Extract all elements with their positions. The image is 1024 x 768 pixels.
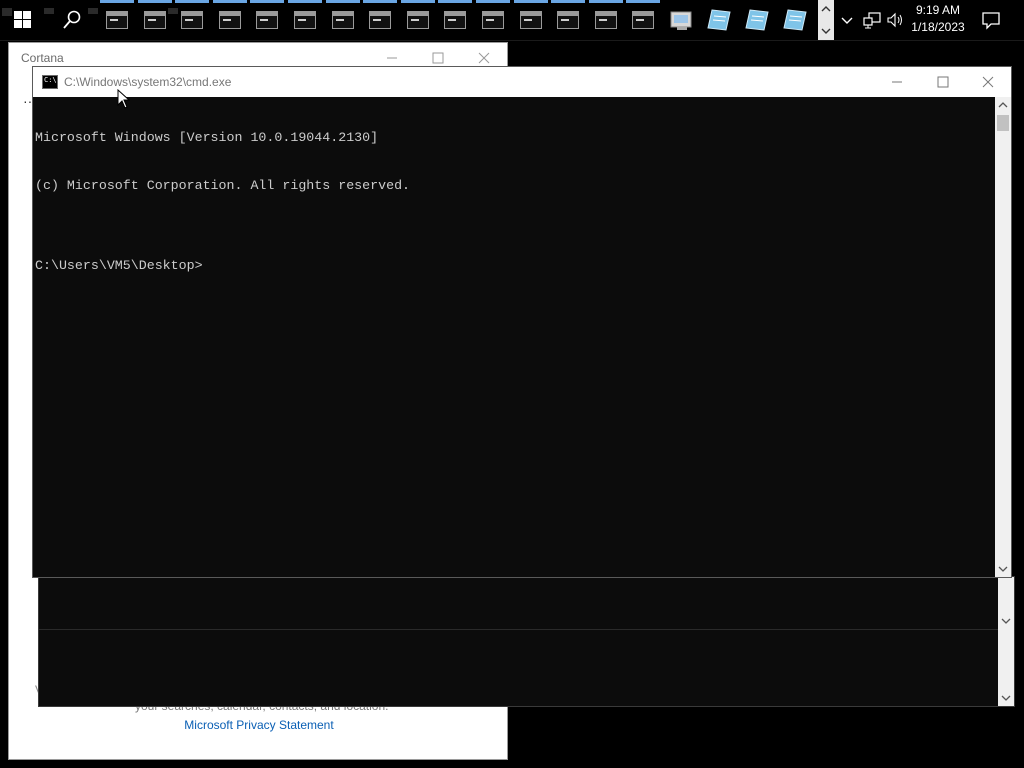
running-indicator <box>626 0 660 3</box>
minimize-icon <box>892 81 902 83</box>
cmd-icon <box>219 11 241 29</box>
taskbar-app-button[interactable] <box>138 0 172 40</box>
cmd-icon <box>520 11 542 29</box>
cmd-icon <box>369 11 391 29</box>
running-indicator <box>438 0 472 3</box>
start-button[interactable] <box>8 8 36 32</box>
running-indicator <box>401 0 435 3</box>
notepad-icon <box>745 9 769 31</box>
chevron-up-icon[interactable] <box>818 2 834 16</box>
running-indicator <box>514 0 548 3</box>
notepad-icon <box>707 9 731 31</box>
running-indicator <box>288 0 322 3</box>
taskbar-app-button[interactable] <box>100 0 134 40</box>
cmd-icon <box>557 11 579 29</box>
more-options-icon[interactable]: ·· <box>23 93 32 109</box>
console-line: Microsoft Windows [Version 10.0.19044.21… <box>35 130 379 145</box>
running-indicator <box>250 0 284 3</box>
cmd-titlebar[interactable]: C:\Windows\system32\cmd.exe <box>33 67 1011 97</box>
scrollbar-thumb[interactable] <box>997 115 1009 131</box>
cmd-icon <box>407 11 429 29</box>
cmd-icon <box>482 11 504 29</box>
network-icon <box>863 12 881 29</box>
taskbar-app-button[interactable] <box>438 0 472 40</box>
taskbar-app-button[interactable] <box>626 0 660 40</box>
chevron-down-icon[interactable] <box>998 615 1014 627</box>
cmd-icon <box>256 11 278 29</box>
maximize-icon <box>937 76 949 88</box>
running-indicator <box>138 0 172 3</box>
taskbar: 9:19 AM 1/18/2023 <box>0 0 1024 41</box>
background-console-window <box>38 576 1015 707</box>
taskbar-scroll[interactable] <box>818 0 834 40</box>
taskbar-app-button[interactable] <box>326 0 360 40</box>
running-indicator <box>326 0 360 3</box>
cmd-close-button[interactable] <box>965 67 1011 97</box>
background-console-scrollbar[interactable] <box>998 577 1014 706</box>
clock-time: 9:19 AM <box>915 3 961 17</box>
taskbar-notepad-3[interactable] <box>782 6 810 34</box>
taskbar-app-button[interactable] <box>363 0 397 40</box>
running-indicator <box>476 0 510 3</box>
taskbar-app-button[interactable] <box>401 0 435 40</box>
clock-date: 1/18/2023 <box>911 20 965 34</box>
search-icon <box>63 10 81 29</box>
running-indicator <box>551 0 585 3</box>
chevron-down-icon[interactable] <box>818 24 834 38</box>
running-indicator <box>175 0 209 3</box>
taskbar-app-button[interactable] <box>514 0 548 40</box>
clock[interactable]: 9:19 AM 1/18/2023 <box>906 2 970 38</box>
divider <box>39 629 998 630</box>
console-line: (c) Microsoft Corporation. All rights re… <box>35 178 411 193</box>
console-output[interactable]: Microsoft Windows [Version 10.0.19044.21… <box>34 97 996 578</box>
running-indicator <box>363 0 397 3</box>
cmd-icon <box>144 11 166 29</box>
chevron-up-icon[interactable] <box>998 101 1008 109</box>
taskbar-control-panel[interactable] <box>668 6 696 34</box>
cortana-window-title: Cortana <box>21 51 64 65</box>
taskbar-notepad-1[interactable] <box>706 6 734 34</box>
show-hidden-icons-button[interactable] <box>838 10 856 30</box>
control-panel-icon <box>670 11 692 30</box>
notification-icon <box>982 12 1000 30</box>
speaker-icon <box>887 12 902 28</box>
notepad-icon <box>783 9 807 31</box>
taskbar-app-button[interactable] <box>476 0 510 40</box>
taskbar-app-button[interactable] <box>288 0 322 40</box>
search-button[interactable] <box>60 8 84 32</box>
taskbar-app-button[interactable] <box>589 0 623 40</box>
console-prompt[interactable]: C:\Users\VM5\Desktop> <box>35 258 996 274</box>
cmd-maximize-button[interactable] <box>920 67 966 97</box>
taskbar-app-button[interactable] <box>551 0 585 40</box>
cmd-window: C:\Windows\system32\cmd.exe Microsoft Wi… <box>32 66 1012 578</box>
cmd-icon <box>106 11 128 29</box>
mouse-cursor-icon <box>117 89 131 109</box>
action-center-button[interactable] <box>980 10 1002 30</box>
volume-button[interactable] <box>886 10 906 30</box>
close-icon <box>982 76 994 88</box>
running-indicator <box>213 0 247 3</box>
privacy-statement-link[interactable]: Microsoft Privacy Statement <box>9 718 509 732</box>
windows-logo-icon <box>14 11 31 28</box>
cmd-window-title: C:\Windows\system32\cmd.exe <box>64 75 232 89</box>
network-button[interactable] <box>862 10 882 30</box>
taskbar-app-button[interactable] <box>250 0 284 40</box>
chevron-down-icon[interactable] <box>998 692 1014 704</box>
cmd-icon <box>444 11 466 29</box>
taskbar-app-button[interactable] <box>175 0 209 40</box>
chevron-down-icon <box>841 17 853 24</box>
chevron-down-icon[interactable] <box>998 565 1008 573</box>
cmd-icon <box>294 11 316 29</box>
taskbar-app-button[interactable] <box>213 0 247 40</box>
cmd-scrollbar[interactable] <box>995 97 1011 577</box>
cmd-icon <box>632 11 654 29</box>
running-indicator <box>100 0 134 3</box>
taskbar-notepad-2[interactable] <box>744 6 772 34</box>
cmd-icon <box>595 11 617 29</box>
cmd-icon <box>181 11 203 29</box>
cmd-minimize-button[interactable] <box>874 67 920 97</box>
running-indicator <box>589 0 623 3</box>
cmd-icon[interactable] <box>42 75 58 89</box>
cmd-icon <box>332 11 354 29</box>
